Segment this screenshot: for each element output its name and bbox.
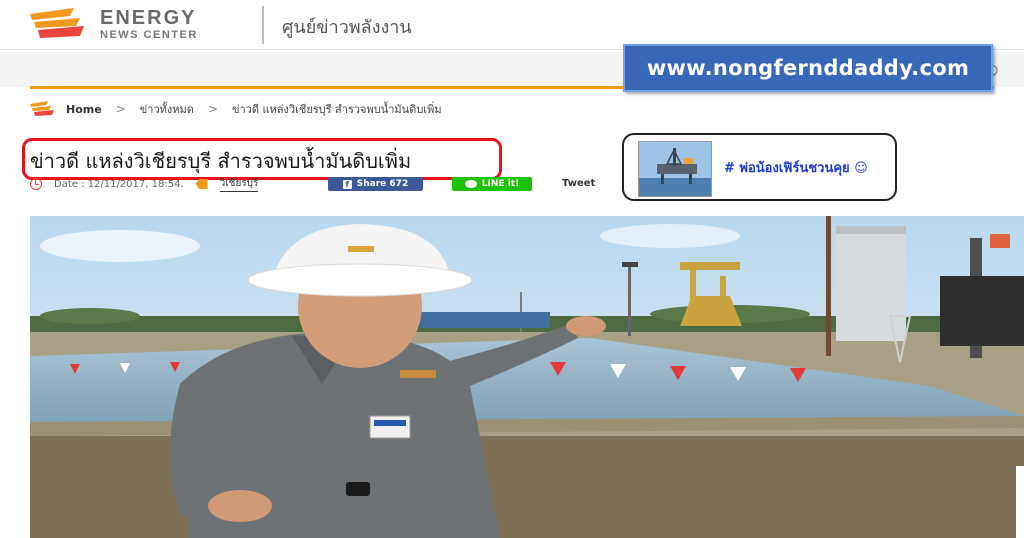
chevron-right-icon: > [207,102,218,116]
photo-oil-field-image [30,216,1024,538]
logo-wordmark[interactable]: ENERGY NEWS CENTER [100,8,198,42]
breadcrumb-home[interactable]: Home [66,103,102,116]
article-date: Date : 12/11/2017, 18:54. [54,178,184,190]
line-share-label: LINE it! [481,179,520,189]
logo-title: ENERGY [100,7,197,29]
promo-box[interactable]: # พ่อน้องเฟิร์นชวนคุย ☺ [622,133,897,201]
promo-text: # พ่อน้องเฟิร์นชวนคุย ☺ [724,157,868,178]
clock-icon [30,178,42,190]
facebook-share-button[interactable]: f Share 672 [328,177,423,191]
oil-rig-thumbnail [638,141,712,197]
category-link[interactable]: วิเชียรบุรี [219,176,259,192]
article-title: ข่าวดี แหล่งวิเชียรบุรี สำรวจพบน้ำมันดิบ… [30,149,412,173]
tag-icon [195,179,208,189]
line-icon [464,180,477,188]
article-meta: Date : 12/11/2017, 18:54. วิเชียรบุรี [30,176,259,192]
page: ENERGY NEWS CENTER ศูนย์ข่าวพลังงาน ○ ww… [0,0,1024,538]
home-logo-icon[interactable] [30,101,54,117]
facebook-icon: f [342,179,352,189]
energy-logo-icon[interactable] [30,8,88,40]
header-divider [262,6,264,44]
breadcrumb-current: ข่าวดี แหล่งวิเชียรบุรี สำรวจพบน้ำมันดิบ… [231,103,442,116]
logo-subtitle: NEWS CENTER [100,29,198,41]
breadcrumb-all-news[interactable]: ข่าวทั้งหมด [140,100,194,118]
tweet-button[interactable]: Tweet [562,178,595,189]
watermark-banner: www.nongfernddaddy.com [623,44,993,92]
smile-icon: ☺ [854,161,868,176]
chevron-right-icon: > [115,102,126,116]
promo-label: # พ่อน้องเฟิร์นชวนคุย [724,161,850,176]
breadcrumb: Home > ข่าวทั้งหมด > ข่าวดี แหล่งวิเชียร… [30,94,994,124]
site-header: ENERGY NEWS CENTER ศูนย์ข่าวพลังงาน [0,0,1024,50]
watermark-text: www.nongfernddaddy.com [646,56,970,80]
facebook-share-label: Share 672 [356,179,409,189]
site-name-thai: ศูนย์ข่าวพลังงาน [282,17,412,38]
line-share-button[interactable]: LINE it! [452,177,532,191]
